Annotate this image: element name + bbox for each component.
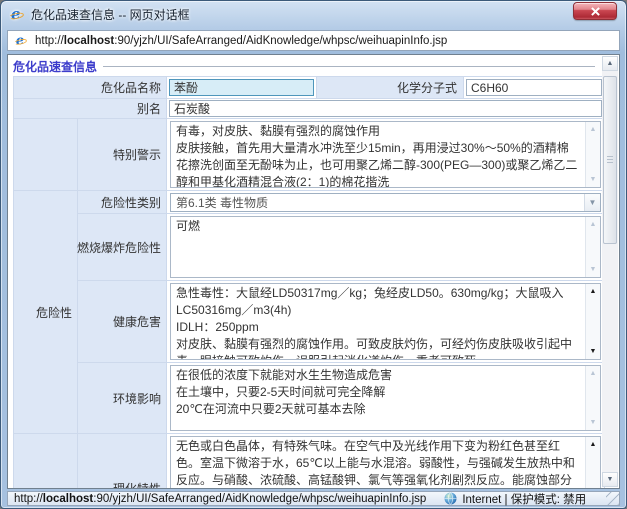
textarea-scrollbar[interactable]: ▲ ▼	[585, 122, 600, 187]
close-icon	[590, 7, 601, 16]
page-scroll-up-icon[interactable]: ▲	[602, 56, 618, 71]
table-row: 危险性类别 第6.1类 毒性物质 ▼	[78, 191, 605, 214]
hazard-group: 危险性 危险性类别 第6.1类 毒性物质 ▼ 燃烧爆炸危险性	[14, 191, 605, 434]
address-url: http://localhost:90/yjzh/UI/SafeArranged…	[35, 35, 447, 47]
page-scroll-track[interactable]	[602, 71, 618, 472]
dropdown-arrow-icon[interactable]: ▼	[584, 194, 600, 211]
page-scroll-thumb[interactable]	[603, 76, 617, 244]
textarea-scrollbar[interactable]: ▲ ▼	[585, 366, 600, 430]
security-zone: Internet | 保护模式: 禁用	[444, 491, 586, 507]
hazard-class-label: 危险性类别	[78, 191, 167, 214]
table-row: 燃烧爆炸危险性 可燃 ▲ ▼	[78, 214, 605, 281]
section-header: 危化品速查信息	[13, 59, 595, 74]
properties-textarea[interactable]: 无色或白色晶体，有特殊气味。在空气中及光线作用下变为粉红色甚至红色。室温下微溶于…	[170, 436, 601, 489]
zone-text: Internet | 保护模式: 禁用	[462, 491, 586, 507]
textarea-scrollbar[interactable]: ▲ ▼	[585, 437, 600, 489]
scroll-down-icon[interactable]: ▼	[590, 262, 597, 277]
hazard-class-select[interactable]: 第6.1类 毒性物质 ▼	[170, 193, 601, 212]
formula-label: 化学分子式	[316, 77, 464, 98]
scroll-up-icon[interactable]: ▲	[590, 122, 597, 137]
scroll-down-icon[interactable]: ▼	[590, 415, 597, 430]
textarea-scrollbar[interactable]: ▲ ▼	[585, 217, 600, 277]
spacer-cell	[14, 434, 78, 489]
scroll-down-icon[interactable]: ▼	[590, 172, 597, 187]
flammability-textarea[interactable]: 可燃 ▲ ▼	[170, 216, 601, 278]
page-scrollbar[interactable]: ▲ ▼	[602, 56, 618, 487]
ie-page-icon: e	[14, 34, 28, 48]
health-textarea[interactable]: 急性毒性：大鼠经LD50317mg／kg；兔经皮LD50。630mg/kg；大鼠…	[170, 283, 601, 360]
status-bar: http://localhost:90/yjzh/UI/SafeArranged…	[7, 491, 620, 506]
internet-zone-icon	[444, 492, 457, 505]
page-scroll-down-icon[interactable]: ▼	[602, 472, 618, 487]
dialog-window: e 危化品速查信息 -- 网页对话框 e http://localhost:90…	[0, 0, 627, 509]
title-bar: e 危化品速查信息 -- 网页对话框	[1, 1, 626, 28]
close-button[interactable]	[573, 2, 617, 20]
table-row: 特别警示 有毒，对皮肤、黏膜有强烈的腐蚀作用 皮肤接触，首先用大量清水冲洗至少1…	[14, 119, 605, 191]
warning-textarea[interactable]: 有毒，对皮肤、黏膜有强烈的腐蚀作用 皮肤接触，首先用大量清水冲洗至少15min，…	[170, 121, 601, 188]
warning-label: 特别警示	[78, 119, 167, 191]
status-url: http://localhost:90/yjzh/UI/SafeArranged…	[14, 493, 426, 505]
scroll-up-icon[interactable]: ▲	[590, 437, 597, 452]
scroll-up-icon[interactable]: ▲	[590, 217, 597, 232]
hazard-group-label: 危险性	[14, 191, 78, 434]
alias-label: 别名	[14, 99, 167, 119]
properties-label: 理化特性	[78, 434, 167, 489]
resize-grip[interactable]	[606, 492, 619, 505]
section-rule	[103, 66, 595, 67]
table-row: 环境影响 在很低的浓度下就能对水生生物造成危害 在土壤中，只要2-5天时间就可完…	[78, 363, 605, 434]
textarea-scrollbar[interactable]: ▲ ▼	[585, 284, 600, 359]
table-row: 别名 石炭酸	[14, 99, 605, 119]
chemical-name-label: 危化品名称	[14, 77, 167, 99]
table-row: 理化特性 无色或白色晶体，有特殊气味。在空气中及光线作用下变为粉红色甚至红色。室…	[14, 434, 605, 489]
page-content: 危化品速查信息 危化品名称 苯酚 化学分子式 C6H60 别名 石炭酸	[7, 54, 620, 489]
address-bar[interactable]: e http://localhost:90/yjzh/UI/SafeArrang…	[7, 30, 620, 51]
spacer-cell	[14, 119, 78, 191]
table-row: 健康危害 急性毒性：大鼠经LD50317mg／kg；兔经皮LD50。630mg/…	[78, 281, 605, 363]
flammability-label: 燃烧爆炸危险性	[78, 214, 167, 281]
scroll-up-icon[interactable]: ▲	[590, 366, 597, 381]
environment-textarea[interactable]: 在很低的浓度下就能对水生生物造成危害 在土壤中，只要2-5天时间就可完全降解 2…	[170, 365, 601, 431]
ie-icon: e	[9, 7, 25, 23]
formula-input[interactable]: C6H60	[466, 79, 602, 96]
health-label: 健康危害	[78, 281, 167, 363]
scroll-up-icon[interactable]: ▲	[590, 284, 597, 299]
environment-label: 环境影响	[78, 363, 167, 434]
scroll-down-icon[interactable]: ▼	[590, 344, 597, 359]
alias-input[interactable]: 石炭酸	[169, 100, 602, 117]
section-title: 危化品速查信息	[13, 58, 103, 75]
table-row: 危化品名称 苯酚 化学分子式 C6H60	[14, 77, 605, 99]
chemical-name-input[interactable]: 苯酚	[169, 79, 314, 96]
chemical-info-table: 危化品名称 苯酚 化学分子式 C6H60 别名 石炭酸 特别警示	[13, 76, 605, 489]
window-title: 危化品速查信息 -- 网页对话框	[31, 6, 190, 23]
